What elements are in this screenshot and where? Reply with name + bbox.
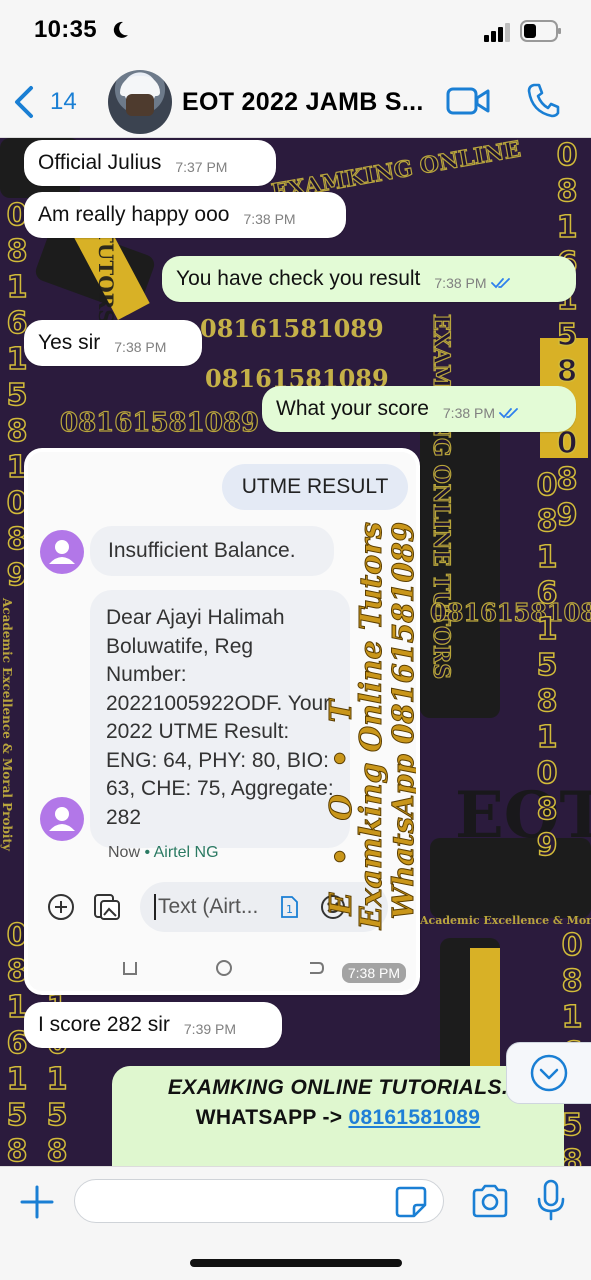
sms-incoming-bubble: Insufficient Balance. [90,526,334,576]
promo-title: EXAMKING ONLINE TUTORIALS. [167,1076,509,1099]
message-text: Official Julius [38,151,162,174]
promo-contact-prefix: WHATSAPP -> [195,1106,349,1129]
sim-number: 1 [286,903,293,916]
message-text: Yes sir [38,331,101,354]
unread-count: 14 [50,88,77,115]
group-avatar[interactable] [108,70,172,134]
chevron-down-icon [530,1054,568,1092]
image-message-time: 7:38 PM [341,963,406,983]
sms-sent-bubble: UTME RESULT [222,464,408,510]
moon-icon [113,21,128,38]
microphone-icon[interactable] [536,1179,566,1221]
scroll-to-bottom-button[interactable] [506,1042,591,1104]
signal-icon [484,23,510,42]
contact-avatar-icon [40,797,84,841]
contact-avatar-icon [40,530,84,574]
sms-meta-carrier: Airtel NG [153,844,219,861]
message-time: 7:39 PM [183,1021,237,1037]
sms-meta: Now • Airtel NG [108,844,219,862]
back-nav-icon [310,962,325,974]
chat-header: 14 EOT 2022 JAMB S... [0,64,591,138]
message-time: 7:38 PM [243,211,296,227]
wallpaper-academic: Academic Excellence & Moral Probity [0,598,14,851]
home-indicator [190,1259,402,1267]
camera-icon[interactable] [470,1183,510,1219]
sms-meta-separator: • [140,844,154,861]
message-bubble-outgoing[interactable]: You have check you result 7:38 PM [162,256,576,302]
home-icon [216,960,232,976]
status-time: 10:35 [34,16,97,43]
chat-title[interactable]: EOT 2022 JAMB S... [182,88,424,117]
message-input-bar [0,1166,591,1280]
watermark-line1: Examking Online Tutors [354,522,390,930]
message-bubble-incoming[interactable]: Yes sir 7:38 PM [24,320,202,366]
wallpaper-shape [420,408,500,718]
wallpaper-phone: 08161581089 [200,314,384,343]
wallpaper-digits: 08161581089 [536,467,558,864]
read-receipt-icon [499,408,518,419]
recent-apps-icon [123,962,137,975]
plus-icon[interactable] [18,1183,56,1221]
message-time: 7:38 PM [114,339,167,355]
message-bubble-incoming[interactable]: Official Julius 7:37 PM [24,140,276,186]
message-time: 7:38 PM [434,275,487,291]
sim-card-icon: 1 [281,896,298,918]
message-text: You have check you result [176,267,421,290]
message-meta: 7:38 PM [434,275,510,291]
message-text: What your score [276,397,429,420]
promo-phone-link[interactable]: 08161581089 [348,1106,480,1129]
watermark-line2: WhatsApp 08161581089 [386,522,417,920]
sms-screenshot: UTME RESULT Insufficient Balance. Dear A… [28,452,416,991]
back-button[interactable]: 14 [12,84,82,120]
sms-result-bubble: Dear Ajayi Halimah Boluwatife, Reg Numbe… [90,590,350,848]
message-bubble-outgoing[interactable]: What your score 7:38 PM [262,386,576,432]
video-call-icon[interactable] [446,86,490,116]
read-receipt-icon [490,278,510,289]
chat-area[interactable]: EXAMKING ONLINE 08161581089 08161581089 … [0,138,591,1166]
promo-banner: EXAMKING ONLINE TUTORIALS. WHATSAPP -> 0… [112,1066,564,1166]
chevron-left-icon [15,86,33,118]
image-message[interactable]: UTME RESULT Insufficient Balance. Dear A… [24,448,420,995]
sticker-icon[interactable] [394,1185,428,1219]
message-text: I score 282 sir [38,1013,170,1036]
sms-meta-time: Now [108,844,141,861]
wallpaper-shape [430,838,591,918]
message-time: 7:37 PM [175,159,228,175]
sms-input-placeholder: Text (Airt... [158,895,259,918]
status-bar: 10:35 [0,0,591,64]
battery-icon [520,20,561,42]
add-circle-icon [48,894,74,920]
message-input[interactable] [74,1179,444,1223]
message-meta: 7:38 PM [443,405,519,421]
wallpaper-phone: 08161581089 [59,407,259,438]
message-bubble-incoming[interactable]: Am really happy ooo 7:38 PM [24,192,346,238]
promo-contact: WHATSAPP -> 08161581089 [112,1106,564,1130]
gallery-icon [94,894,120,920]
message-text: Am really happy ooo [38,203,230,226]
phone-call-icon[interactable] [526,82,560,118]
message-time: 7:38 PM [442,405,496,421]
message-bubble-incoming[interactable]: I score 282 sir 7:39 PM [24,1002,282,1048]
